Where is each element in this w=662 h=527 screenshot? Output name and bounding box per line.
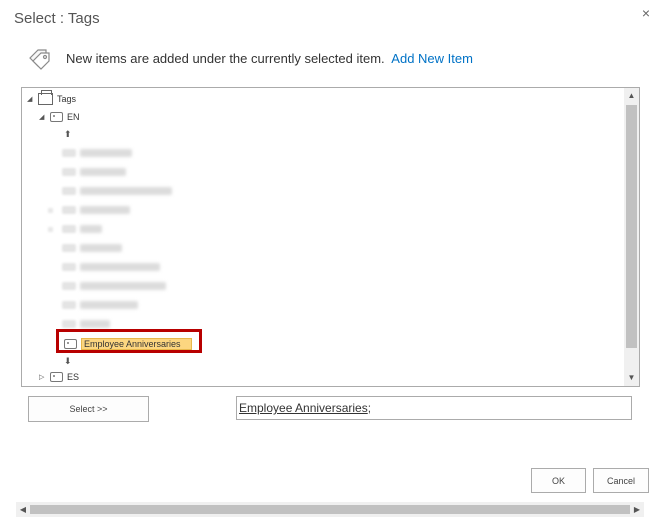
expand-root-icon[interactable]: ◢ [27,95,35,103]
ok-button[interactable]: OK [531,468,586,493]
selected-terms-field[interactable]: Employee Anniversaries ; [236,396,632,420]
close-icon[interactable]: × [642,5,650,21]
tags-icon [29,49,50,70]
tree-node-en-label: EN [67,112,80,122]
redacted-term[interactable] [62,300,138,310]
scroll-thumb[interactable] [626,105,637,348]
redacted-term[interactable] [62,167,126,177]
redacted-term[interactable] [62,281,166,291]
tree-node-tags-label: Tags [57,94,77,104]
select-button[interactable]: Select >> [28,396,149,422]
redacted-term[interactable] [62,262,160,272]
info-message: New items are added under the currently … [66,51,473,66]
scroll-up-icon[interactable]: ▲ [624,88,639,104]
selection-highlight [56,329,202,353]
hscroll-thumb[interactable] [30,505,630,514]
term-set-icon [50,372,63,382]
vertical-scrollbar[interactable]: ▲ ▼ [624,88,639,386]
info-text: New items are added under the currently … [66,51,385,66]
tree-node-es-label: ES [67,372,80,382]
term-tree[interactable]: ◢ Tags ◢ EN ⬆ Employee Anniversaries ⬇ ▷… [21,87,640,387]
redacted-term[interactable] [62,186,172,196]
selected-term-value[interactable]: Employee Anniversaries [239,401,368,415]
move-down-icon[interactable]: ⬇ [64,356,72,367]
redacted-term[interactable] [62,243,122,253]
scroll-left-icon[interactable]: ◀ [16,502,30,517]
expand-en-icon[interactable]: ◢ [39,113,47,121]
expand-es-icon[interactable]: ▷ [39,373,47,381]
tree-node-es[interactable]: ▷ ES [39,369,79,385]
term-separator: ; [367,401,372,415]
term-set-icon [50,112,63,122]
tree-node-en[interactable]: ◢ EN [39,109,80,125]
move-up-icon[interactable]: ⬆ [64,129,72,140]
term-store-icon [38,90,53,105]
add-new-item-link[interactable]: Add New Item [391,51,473,66]
redacted-term[interactable] [48,224,102,234]
redacted-term[interactable] [48,205,130,215]
horizontal-scrollbar[interactable]: ◀ ▶ [16,502,644,517]
scroll-right-icon[interactable]: ▶ [630,502,644,517]
cancel-button[interactable]: Cancel [593,468,649,493]
redacted-term[interactable] [62,319,110,329]
tree-node-tags[interactable]: ◢ Tags [27,90,77,107]
scroll-down-icon[interactable]: ▼ [624,370,639,386]
dialog-title: Select : Tags [14,10,100,27]
redacted-term[interactable] [62,148,132,158]
